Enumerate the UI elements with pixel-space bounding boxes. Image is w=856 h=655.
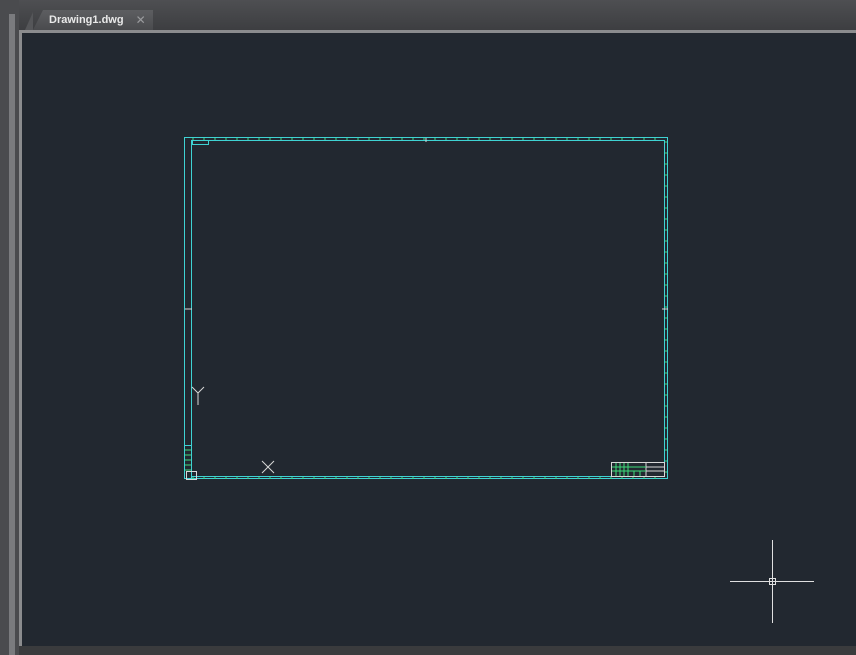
tab-bar-notch [25, 12, 33, 30]
crosshair-cursor-icon [730, 540, 814, 623]
bottom-edge [19, 646, 856, 655]
ucs-icon [191, 386, 275, 474]
close-icon[interactable]: ✕ [136, 14, 146, 26]
drawing-canvas[interactable] [22, 33, 856, 646]
left-scroll-track[interactable] [9, 14, 15, 655]
left-panel-edge [0, 0, 19, 655]
sheet-inner-frame [191, 140, 665, 477]
title-block [611, 462, 665, 477]
left-margin-stamp [184, 445, 197, 480]
document-tab-bar: Drawing1.dwg ✕ [19, 0, 856, 31]
tab-label: Drawing1.dwg [49, 14, 124, 26]
cad-application: Drawing1.dwg ✕ [0, 0, 856, 655]
drawing-svg [184, 137, 814, 623]
top-left-label-box [192, 140, 209, 145]
sheet-outer-border [184, 137, 668, 479]
tab-drawing1[interactable]: Drawing1.dwg ✕ [33, 10, 153, 30]
